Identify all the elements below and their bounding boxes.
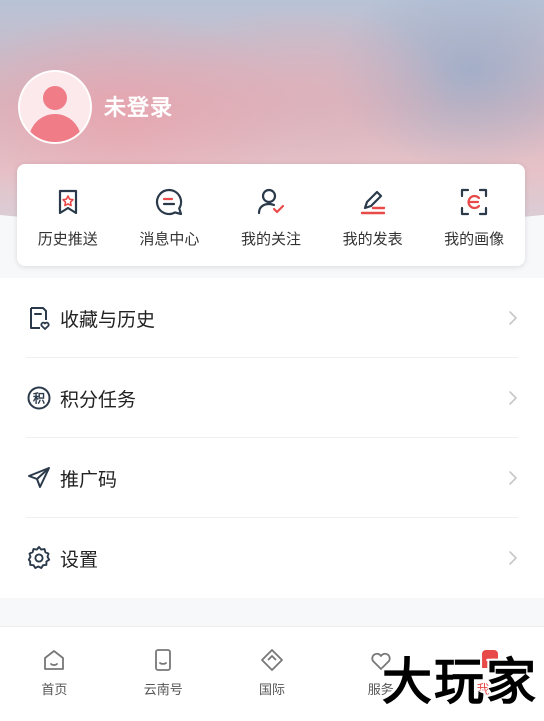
menu-item-settings[interactable]: 设置 <box>0 518 544 598</box>
chevron-right-icon <box>509 471 517 485</box>
edit-pen-icon <box>360 190 385 215</box>
quick-action-message-center[interactable]: 消息中心 <box>119 164 221 266</box>
points-icon: 积 <box>27 386 51 410</box>
quick-action-label: 我的画像 <box>444 230 505 248</box>
send-icon <box>28 467 50 488</box>
svg-text:积: 积 <box>33 391 45 406</box>
menu-item-promo-code[interactable]: 推广码 <box>0 438 544 518</box>
tab-yunnan[interactable]: 云南号 <box>109 627 218 721</box>
menu-item-points-tasks[interactable]: 积 积分任务 <box>0 358 544 438</box>
menu-item-label: 设置 <box>60 548 99 571</box>
avatar-body <box>29 114 81 142</box>
watermark-text: 大玩家 <box>382 652 538 711</box>
tab-international[interactable]: 国际 <box>218 627 327 721</box>
globe-tag-icon <box>261 649 283 671</box>
avatar[interactable] <box>18 70 92 144</box>
menu-item-favorites-history[interactable]: 收藏与历史 <box>0 278 544 358</box>
tab-label: 国际 <box>258 683 285 698</box>
tab-home[interactable]: 首页 <box>0 627 109 721</box>
quick-action-my-follows[interactable]: 我的关注 <box>220 164 322 266</box>
menu-item-label: 推广码 <box>60 468 118 491</box>
tab-label: 云南号 <box>143 683 183 698</box>
gear-icon <box>27 546 51 569</box>
quick-action-my-portrait[interactable]: 我的画像 <box>423 164 525 266</box>
quick-action-label: 历史推送 <box>37 230 98 248</box>
login-status[interactable]: 未登录 <box>104 90 173 122</box>
user-check-icon <box>257 188 285 215</box>
quick-actions-card: 历史推送 消息中心 我的关注 我的发表 我的画像 <box>17 164 525 266</box>
tab-label: 首页 <box>41 683 68 698</box>
quick-action-label: 消息中心 <box>139 230 200 248</box>
menu-item-label: 积分任务 <box>60 388 137 411</box>
yunnan-icon <box>155 649 172 671</box>
quick-action-history-push[interactable]: 历史推送 <box>17 164 119 266</box>
chevron-right-icon <box>509 311 517 325</box>
favorite-history-icon <box>30 307 50 330</box>
bookmark-star-icon <box>58 189 77 215</box>
chevron-right-icon <box>509 391 517 405</box>
quick-action-my-posts[interactable]: 我的发表 <box>322 164 424 266</box>
quick-action-label: 我的关注 <box>240 230 301 248</box>
quick-action-label: 我的发表 <box>342 230 403 248</box>
menu-item-label: 收藏与历史 <box>60 308 156 331</box>
settings-menu: 收藏与历史 积 积分任务 推广码 设置 <box>0 278 544 598</box>
chevron-right-icon <box>509 551 517 565</box>
portrait-scan-icon <box>461 188 488 216</box>
avatar-head <box>43 86 67 110</box>
message-bubble-icon <box>156 188 183 216</box>
home-icon <box>44 650 65 670</box>
